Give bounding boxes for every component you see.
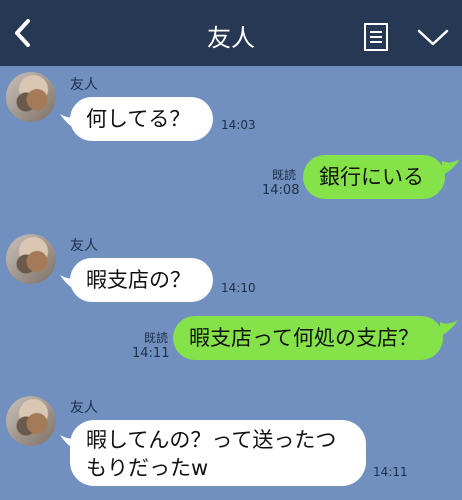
sender-name: 友人: [70, 77, 98, 93]
bubble-tail: [440, 320, 458, 336]
message-bubble[interactable]: 暇してんの？って送ったつ もりだったw: [70, 420, 366, 486]
chat-title: 友人: [207, 24, 255, 52]
read-receipt: 既読: [143, 331, 168, 345]
bubble-tail: [442, 159, 460, 175]
list-icon: [364, 23, 388, 51]
message-time: 14:11: [132, 346, 170, 361]
read-receipt: 既読: [271, 168, 296, 182]
sender-name: 友人: [70, 238, 98, 254]
message-bubble[interactable]: 暇支店って何処の支店？: [173, 316, 443, 360]
menu-button[interactable]: [362, 22, 390, 52]
chat-header: 友人: [0, 0, 462, 66]
message-time: 14:10: [221, 281, 256, 295]
message-bubble[interactable]: 銀行にいる: [303, 155, 445, 199]
message-time: 14:08: [262, 183, 300, 198]
message-meta: 既読 14:11: [132, 331, 170, 361]
friend-avatar[interactable]: [6, 396, 56, 446]
message-time: 14:03: [221, 118, 256, 132]
friend-avatar[interactable]: [6, 72, 56, 122]
more-options-button[interactable]: [416, 27, 450, 49]
message-bubble[interactable]: 暇支店の？: [70, 258, 213, 302]
message-bubble[interactable]: 何してる？: [70, 97, 213, 141]
friend-avatar[interactable]: [6, 234, 56, 284]
message-line: もりだったw: [86, 456, 209, 480]
sender-name: 友人: [70, 400, 98, 416]
chevron-down-icon: [417, 29, 449, 46]
message-line: 暇してんの？って送ったつ: [86, 428, 337, 452]
message-time: 14:11: [373, 465, 408, 479]
message-meta: 既読 14:08: [262, 168, 300, 198]
